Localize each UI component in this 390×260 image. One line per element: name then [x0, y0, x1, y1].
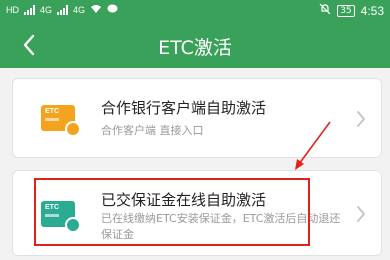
- card-title: 已交保证金在线自助激活: [101, 191, 267, 209]
- etc-icon-label: ETC: [45, 108, 59, 115]
- status-time: 4:53: [360, 3, 384, 18]
- etc-card-orange-icon: ETC: [41, 105, 81, 137]
- etc-icon-label: ETC: [45, 204, 59, 211]
- signal-icon: [24, 5, 35, 15]
- status-right: 35 4:53: [319, 3, 384, 18]
- network-4g-label-1: 4G: [40, 5, 53, 15]
- wifi-icon: [90, 4, 102, 16]
- status-left: HD 4G 4G: [6, 4, 118, 16]
- mute-icon: [319, 3, 331, 18]
- card-subtitle: 已在线缴纳ETC安装保证金，ETC激活后自动退还保证金: [101, 212, 341, 241]
- network-hd-label: HD: [6, 5, 19, 15]
- check-badge-icon: [65, 217, 81, 233]
- hand-tap-icon: [65, 121, 81, 137]
- chevron-right-icon: [357, 206, 365, 222]
- battery-icon: 35: [337, 4, 355, 17]
- signal-icon-2: [57, 5, 69, 15]
- chevron-right-icon: [357, 111, 365, 127]
- card-title: 合作银行客户端自助激活: [101, 99, 267, 117]
- page-title: ETC激活: [158, 37, 232, 59]
- card-subtitle: 合作客户端 直接入口: [101, 124, 204, 137]
- status-bar: HD 4G 4G 35 4:53: [0, 0, 390, 22]
- deposit-paid-activation-card[interactable]: ETC 已交保证金在线自助激活 已在线缴纳ETC安装保证金，ETC激活后自动退还…: [12, 170, 382, 256]
- network-4g-label-2: 4G: [73, 5, 86, 15]
- bank-client-activation-card[interactable]: ETC 合作银行客户端自助激活 合作客户端 直接入口: [12, 78, 382, 158]
- nav-bar: ETC激活: [0, 22, 390, 68]
- chat-icon: [107, 4, 118, 16]
- etc-card-teal-icon: ETC: [41, 201, 81, 233]
